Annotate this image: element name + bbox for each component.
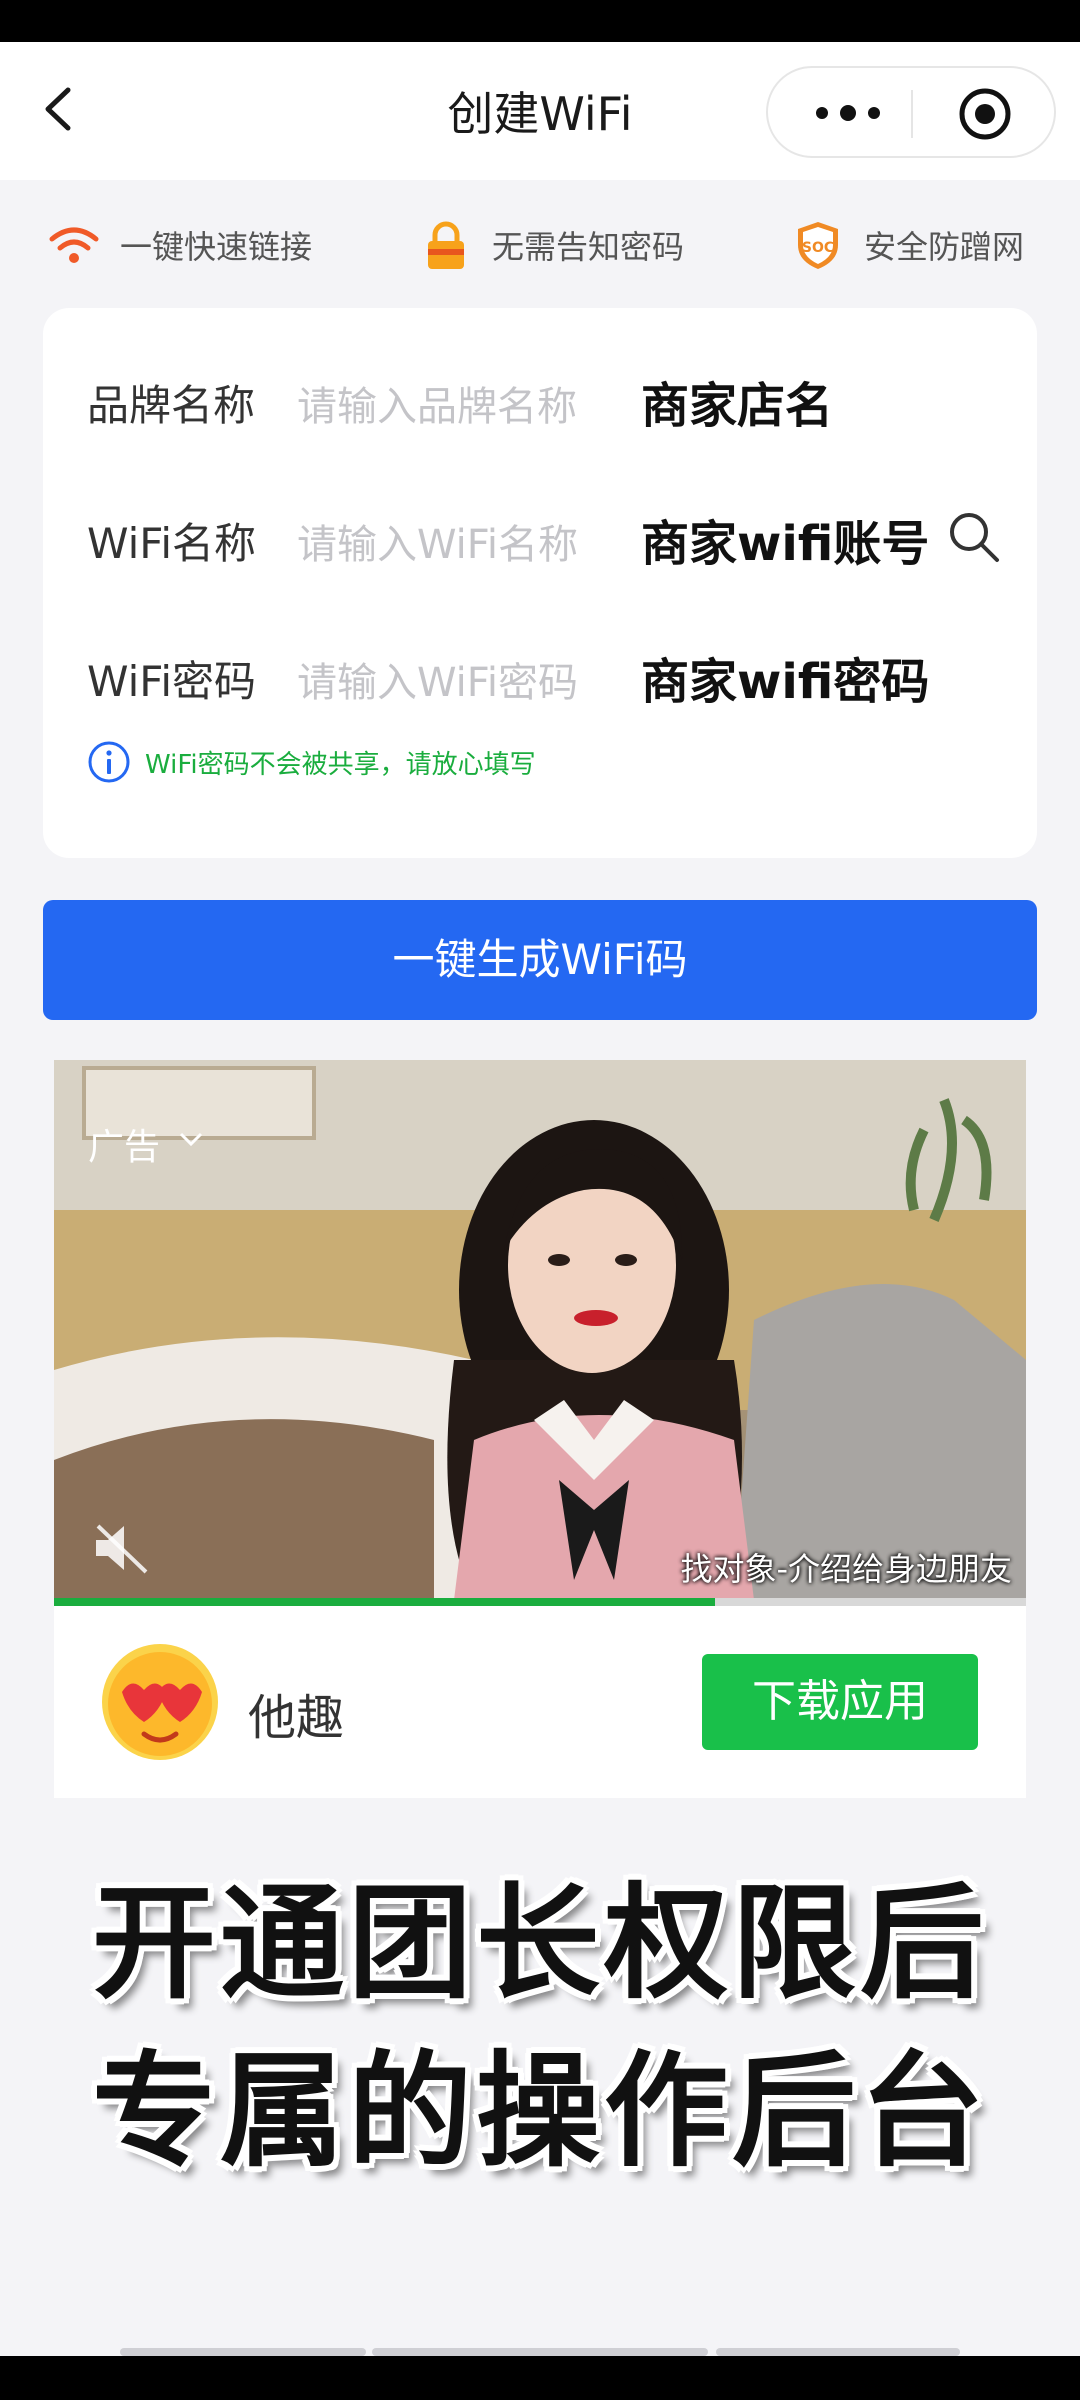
home-indicator-segment	[372, 2348, 708, 2356]
nav-bar: 创建WiFi	[0, 42, 1080, 180]
wifi-name-input[interactable]: 请输入WiFi名称	[297, 512, 578, 570]
wifi-password-annotation: 商家wifi密码	[641, 654, 930, 710]
brand-name-annotation: 商家店名	[641, 378, 834, 434]
home-indicator-segment	[716, 2348, 960, 2356]
wifi-name-annotation: 商家wifi账号	[641, 516, 930, 572]
bottom-bar	[0, 2356, 1080, 2400]
generate-wifi-code-button[interactable]: 一键生成WiFi码	[43, 900, 1037, 1020]
wifi-icon	[49, 227, 99, 263]
search-icon[interactable]	[943, 506, 1003, 566]
app-name: 他趣	[248, 1690, 345, 1746]
more-dots-icon[interactable]	[808, 98, 888, 128]
feature-label: 安全防蹭网	[864, 228, 1025, 266]
password-hint: WiFi密码不会被共享，请放心填写	[87, 740, 536, 784]
chevron-down-icon[interactable]	[178, 1130, 204, 1148]
ad-card[interactable]: 广告 找对象-介绍给身边朋友 他趣 下载应用	[54, 1060, 1026, 1798]
svg-text:SOC: SOC	[802, 240, 834, 256]
app-avatar	[102, 1644, 218, 1760]
brand-name-label: 品牌名称	[87, 381, 256, 430]
overlay-headline-1: 开通团长权限后	[91, 1872, 988, 2016]
feature-strip: 一键快速链接 无需告知密码 SOC 安全防蹭网	[0, 205, 1080, 285]
feature-quick-connect: 一键快速链接	[48, 205, 312, 285]
feature-no-password: 无需告知密码	[420, 205, 684, 285]
download-app-button[interactable]: 下载应用	[702, 1654, 978, 1750]
wifi-password-label: WiFi密码	[87, 657, 257, 706]
wifi-password-input[interactable]: 请输入WiFi密码	[297, 650, 578, 708]
ad-progress-fill	[54, 1598, 715, 1606]
wifi-name-label: WiFi名称	[87, 519, 257, 568]
overlay-headline-2: 专属的操作后台	[91, 2040, 988, 2184]
ad-caption: 找对象-介绍给身边朋友	[680, 1550, 1012, 1588]
feature-label: 无需告知密码	[492, 228, 685, 266]
lock-icon	[428, 221, 464, 269]
page: 创建WiFi 一键快速链接 无需告知密码 SOC 安全防蹭网 品牌名称 请输入品…	[0, 0, 1080, 2400]
wifi-password-row: WiFi密码 请输入WiFi密码 商家wifi密码	[43, 628, 1037, 718]
mini-program-capsule	[766, 66, 1056, 158]
home-indicator-segment	[120, 2348, 366, 2356]
feature-anti-leech: SOC 安全防蹭网	[792, 205, 1024, 285]
ad-progress-track	[54, 1598, 1026, 1606]
wifi-form-card: 品牌名称 请输入品牌名称 商家店名 WiFi名称 请输入WiFi名称 商家wif…	[43, 308, 1037, 858]
hint-text: WiFi密码不会被共享，请放心填写	[145, 749, 536, 780]
brand-name-input[interactable]: 请输入品牌名称	[297, 374, 577, 432]
ad-label[interactable]: 广告	[88, 1118, 160, 1170]
target-icon[interactable]	[958, 87, 1012, 141]
status-bar	[0, 0, 1080, 42]
feature-label: 一键快速链接	[120, 228, 313, 266]
brand-name-row: 品牌名称 请输入品牌名称 商家店名	[43, 352, 1037, 442]
capsule-divider	[911, 90, 913, 138]
wifi-name-row: WiFi名称 请输入WiFi名称 商家wifi账号	[43, 490, 1037, 580]
mute-icon[interactable]	[90, 1520, 150, 1576]
soc-shield-icon: SOC	[798, 222, 838, 269]
ad-video[interactable]: 广告 找对象-介绍给身边朋友	[54, 1060, 1026, 1600]
info-icon	[88, 741, 130, 783]
